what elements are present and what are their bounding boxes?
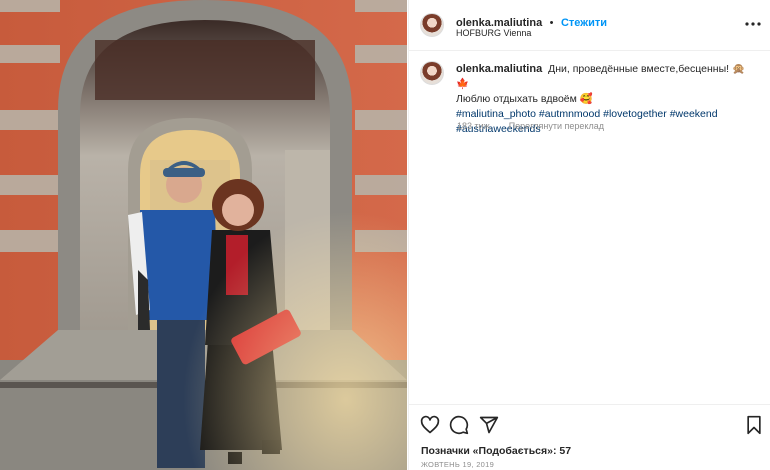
post-side-panel: olenka.maliutina • Стежити HOFBURG Vienn… bbox=[408, 0, 770, 470]
caption-time-ago[interactable]: 183 тиж. bbox=[457, 121, 492, 131]
author-avatar[interactable] bbox=[420, 13, 444, 37]
send-icon[interactable] bbox=[479, 415, 499, 440]
photo-illustration bbox=[0, 0, 407, 470]
location-link[interactable]: HOFBURG Vienna bbox=[456, 28, 531, 38]
comment-icon[interactable] bbox=[449, 415, 469, 440]
caption-emoji-2: 🥰 bbox=[579, 93, 593, 105]
caption-username[interactable]: olenka.maliutina bbox=[456, 63, 542, 75]
hashtag-link[interactable]: #lovetogether bbox=[603, 108, 667, 120]
heart-graphic bbox=[420, 415, 440, 434]
post-photo[interactable] bbox=[0, 0, 407, 470]
comment-graphic bbox=[449, 415, 469, 435]
translate-button[interactable]: Переглянути переклад bbox=[509, 121, 604, 131]
likes-count[interactable]: Позначки «Подобається»: 57 bbox=[421, 445, 571, 457]
hashtag-link[interactable]: #weekend bbox=[670, 108, 718, 120]
more-horizontal-icon[interactable] bbox=[745, 14, 761, 30]
more-dots-graphic bbox=[745, 22, 761, 26]
caption-author-avatar[interactable] bbox=[420, 61, 444, 85]
bookmark-icon[interactable] bbox=[745, 415, 763, 440]
separator-dot: • bbox=[549, 17, 554, 29]
send-graphic bbox=[479, 416, 499, 434]
post-date: ЖОВТЕНЬ 19, 2019 bbox=[421, 460, 495, 469]
heart-icon[interactable] bbox=[420, 415, 440, 440]
hashtag-link[interactable]: #maliutina_photo bbox=[456, 108, 536, 120]
bookmark-graphic bbox=[747, 415, 761, 435]
hashtag-link[interactable]: #autmnmood bbox=[539, 108, 600, 120]
caption-text-line2: Люблю отдыхать вдвоём bbox=[456, 93, 577, 105]
follow-button[interactable]: Стежити bbox=[561, 17, 607, 29]
caption-text-line1: Дни, проведённые вместе,бесценны! bbox=[548, 63, 730, 75]
post-header: olenka.maliutina • Стежити HOFBURG Vienn… bbox=[409, 0, 770, 51]
caption-meta: 183 тиж. Переглянути переклад bbox=[457, 121, 618, 131]
action-bar bbox=[409, 404, 770, 445]
